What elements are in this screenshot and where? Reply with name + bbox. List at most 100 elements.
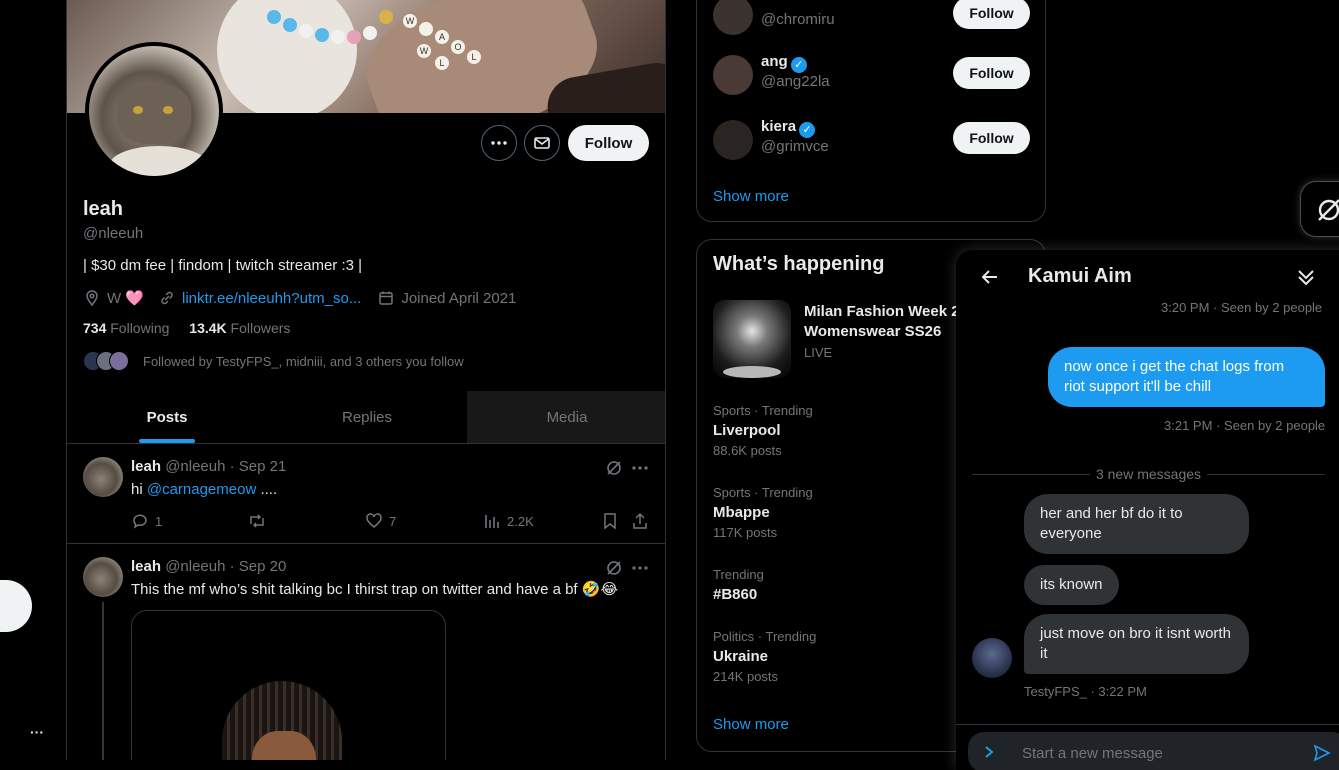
user-handle[interactable]: @chromiru (761, 11, 835, 28)
show-more-link[interactable]: Show more (713, 188, 789, 205)
profile-link[interactable]: linktr.ee/nleeuhh?utm_so... (182, 290, 361, 307)
seen-status: 3:20 PM · Seen by 2 people (1161, 300, 1323, 315)
post-text: This the mf who’s shit talking bc I thir… (131, 581, 618, 598)
location-pin-icon (86, 290, 98, 307)
new-messages-divider: 3 new messages (972, 464, 1325, 484)
collapse-chevron-icon[interactable] (1296, 267, 1316, 287)
post-avatar[interactable] (83, 457, 123, 497)
profile-location: W 🩷 (107, 290, 145, 307)
send-icon[interactable] (1313, 744, 1331, 762)
heart-icon (366, 513, 382, 528)
back-arrow-icon[interactable] (980, 267, 1000, 287)
share-icon[interactable] (631, 512, 649, 530)
follow-button[interactable]: Follow (953, 122, 1030, 154)
composer-divider (956, 724, 1339, 725)
calendar-icon (379, 291, 394, 305)
grok-icon[interactable] (605, 559, 623, 577)
message-input[interactable] (1022, 741, 1292, 765)
post-author-name[interactable]: leah (131, 558, 161, 575)
incoming-message[interactable]: its known (1024, 565, 1119, 605)
sender-avatar[interactable] (972, 638, 1012, 678)
user-handle[interactable]: @grimvce (761, 138, 829, 155)
show-more-link[interactable]: Show more (713, 716, 789, 733)
user-name[interactable]: ang (761, 53, 788, 70)
follow-button[interactable]: Follow (953, 0, 1030, 29)
post-text: hi @carnagemeow .... (131, 481, 278, 498)
tab-replies[interactable]: Replies (267, 391, 467, 443)
expand-chevron-icon[interactable] (982, 745, 996, 759)
more-options-button[interactable] (481, 125, 517, 161)
grok-icon[interactable] (605, 459, 623, 477)
envelope-icon (534, 137, 550, 149)
trend-item[interactable]: Politics · Trending Ukraine 214K posts (713, 629, 816, 684)
trend-item[interactable]: Trending #B860 (713, 567, 764, 603)
who-to-follow-item[interactable]: @chromiru Follow (713, 0, 1030, 37)
post[interactable]: leah @nleeuh · Sep 20 This the mf who’s … (67, 544, 665, 760)
tab-active-indicator (139, 439, 195, 443)
tab-posts[interactable]: Posts (67, 391, 267, 443)
chat-drawer: Kamui Aim 3:20 PM · Seen by 2 people now… (956, 250, 1339, 770)
nav-more-button[interactable]: ··· (24, 724, 50, 748)
more-dots-icon (491, 141, 507, 145)
incoming-message[interactable]: just move on bro it isnt worth it (1024, 614, 1249, 674)
profile-avatar[interactable] (85, 42, 223, 180)
verified-badge-icon: ✓ (799, 122, 816, 138)
views-button[interactable]: 2.2K (483, 512, 534, 530)
reply-button[interactable]: 1 (131, 512, 162, 530)
seen-status: 3:21 PM · Seen by 2 people (1164, 418, 1326, 433)
follow-button[interactable]: Follow (568, 125, 649, 161)
repost-icon (250, 514, 264, 528)
incoming-message[interactable]: her and her bf do it to everyone (1024, 494, 1249, 554)
user-avatar[interactable] (713, 0, 753, 35)
profile-stats: 734 Following 13.4K Followers (83, 320, 290, 336)
profile-tabs: Posts Replies Media (67, 391, 665, 444)
follower-avatar (109, 351, 129, 371)
post-more-icon[interactable] (631, 559, 649, 577)
profile-column: W A O L W L Follow leah @nleeuh | $30 dm… (66, 0, 666, 760)
section-title: What’s happening (713, 253, 885, 275)
profile-bio: | $30 dm fee | findom | twitch streamer … (83, 257, 363, 274)
who-to-follow-item[interactable]: kiera ✓ @grimvce Follow (713, 118, 1030, 162)
event-thumbnail (713, 300, 791, 378)
bookmark-icon[interactable] (601, 512, 619, 530)
trend-item[interactable]: Sports · Trending Mbappe 117K posts (713, 485, 813, 540)
user-handle[interactable]: @ang22la (761, 73, 830, 90)
post-date[interactable]: · Sep 21 (230, 458, 287, 475)
chat-title: Kamui Aim (1028, 265, 1132, 287)
user-avatar[interactable] (713, 120, 753, 160)
post-author-handle[interactable]: @nleeuh (165, 458, 225, 475)
post-header: leah @nleeuh · Sep 20 (131, 558, 286, 575)
event-title: Milan Fashion Week 2 (804, 303, 960, 320)
follow-button[interactable]: Follow (953, 57, 1030, 89)
profile-name: leah (83, 198, 124, 220)
profile-handle: @nleeuh (83, 225, 144, 242)
like-button[interactable]: 7 (365, 512, 396, 530)
post-mention-link[interactable]: @carnagemeow (147, 481, 256, 498)
who-to-follow-item[interactable]: ang ✓ @ang22la Follow (713, 53, 1030, 97)
trend-item[interactable]: Sports · Trending Liverpool 88.6K posts (713, 403, 813, 458)
sender-time: TestyFPS_ · 3:22 PM (1024, 684, 1147, 699)
post-avatar[interactable] (83, 557, 123, 597)
user-avatar[interactable] (713, 55, 753, 95)
followed-by-row[interactable]: Followed by TestyFPS_, midniii, and 3 ot… (83, 350, 464, 372)
post-author-handle[interactable]: @nleeuh (165, 558, 225, 575)
message-button[interactable] (524, 125, 560, 161)
tab-media[interactable]: Media (467, 391, 665, 443)
outgoing-message[interactable]: now once i get the chat logs from riot s… (1048, 347, 1325, 407)
thread-line (102, 602, 104, 760)
reply-icon (133, 514, 147, 529)
post-media-image[interactable] (131, 610, 446, 760)
post-more-icon[interactable] (631, 459, 649, 477)
post[interactable]: leah @nleeuh · Sep 21 hi @carnagemeow ..… (67, 444, 665, 544)
post-date[interactable]: · Sep 20 (230, 558, 287, 575)
verified-badge-icon: ✓ (790, 57, 807, 73)
grok-floating-button[interactable] (1300, 181, 1339, 237)
post-author-name[interactable]: leah (131, 458, 161, 475)
user-name[interactable]: kiera (761, 118, 796, 135)
post-header: leah @nleeuh · Sep 21 (131, 458, 286, 475)
followed-by-text: Followed by TestyFPS_, midniii, and 3 ot… (143, 353, 464, 369)
nav-fab-button[interactable] (0, 580, 32, 632)
repost-button[interactable] (247, 512, 273, 530)
following-link[interactable]: 734 Following (83, 320, 169, 336)
followers-link[interactable]: 13.4K Followers (189, 320, 290, 336)
